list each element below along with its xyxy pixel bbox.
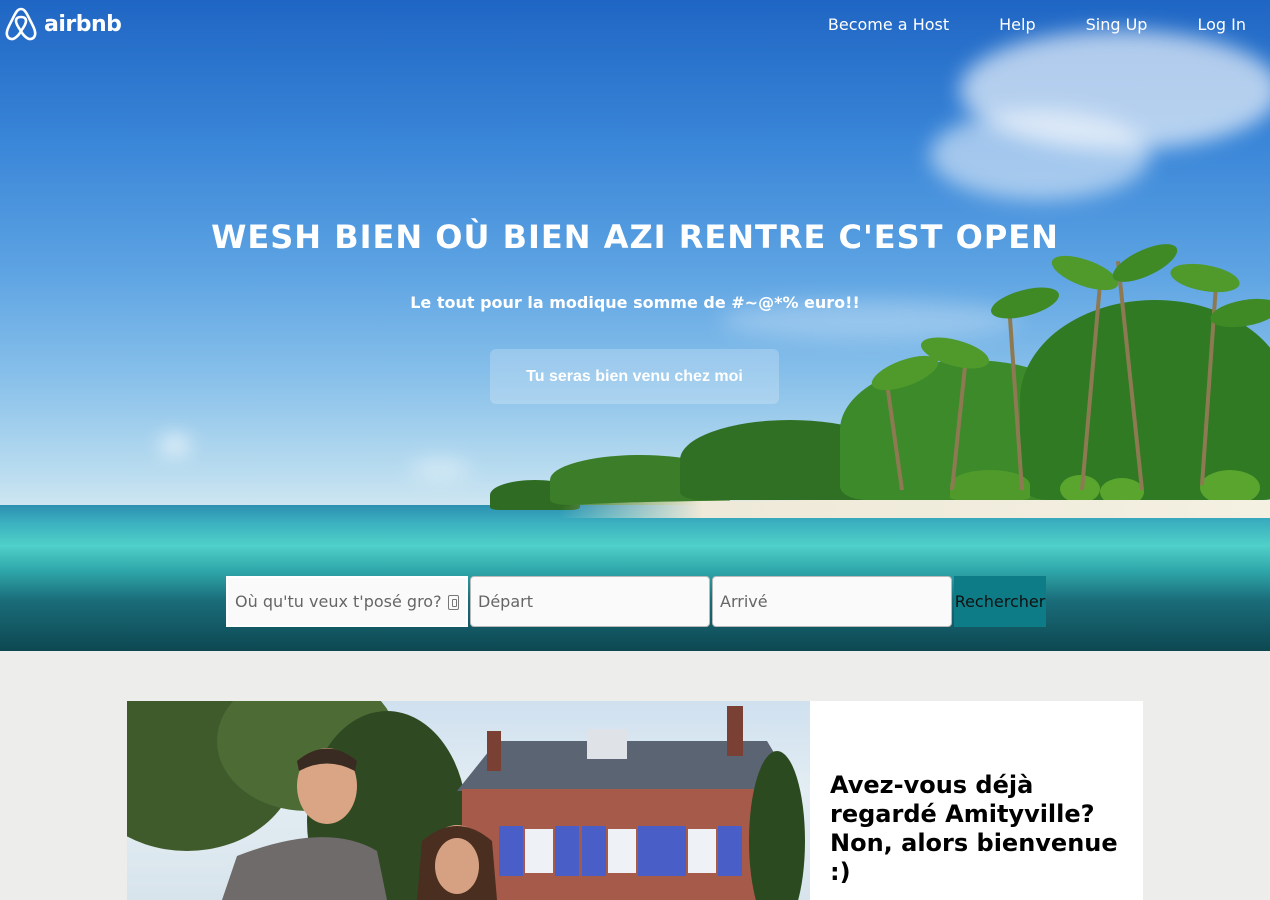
- destination-placeholder: Où qu'tu veux t'posé gro?: [235, 592, 442, 611]
- nav-links: Become a Host Help Sing Up Log In: [828, 15, 1246, 34]
- airbnb-belo-icon: [5, 7, 37, 41]
- hero-section: airbnb Become a Host Help Sing Up Log In…: [0, 0, 1270, 651]
- feature-title: Avez-vous déjà regardé Amityville? Non, …: [830, 771, 1118, 886]
- arrival-placeholder: Arrivé: [720, 592, 768, 611]
- arrival-date-input[interactable]: Arrivé: [712, 576, 952, 627]
- cloud: [410, 460, 470, 478]
- airbnb-logo[interactable]: airbnb: [4, 6, 122, 42]
- hero-subline: Le tout pour la modique somme de #~@*% e…: [410, 293, 860, 312]
- top-navigation: airbnb Become a Host Help Sing Up Log In: [0, 0, 1270, 50]
- destination-input[interactable]: Où qu'tu veux t'posé gro?: [226, 576, 468, 627]
- nav-help-link[interactable]: Help: [999, 15, 1035, 34]
- cloud: [930, 110, 1150, 200]
- feature-card: Avez-vous déjà regardé Amityville? Non, …: [127, 701, 1143, 900]
- hero-headline: WESH BIEN OÙ BIEN AZI RENTRE C'EST OPEN: [211, 218, 1059, 256]
- departure-placeholder: Départ: [478, 592, 533, 611]
- nav-sign-up-link[interactable]: Sing Up: [1086, 15, 1148, 34]
- cloud: [160, 435, 190, 455]
- nav-become-host-link[interactable]: Become a Host: [828, 15, 949, 34]
- departure-date-input[interactable]: Départ: [470, 576, 710, 627]
- house-couple-photo: [127, 701, 810, 900]
- hero-cta-button[interactable]: Tu seras bien venu chez moi: [490, 349, 779, 404]
- nav-log-in-link[interactable]: Log In: [1197, 15, 1246, 34]
- beach: [560, 500, 1270, 518]
- search-button[interactable]: Rechercher: [954, 576, 1046, 627]
- search-bar: Où qu'tu veux t'posé gro? Départ Arrivé …: [226, 576, 1046, 627]
- autofill-contact-icon[interactable]: [448, 595, 459, 610]
- logo-wordmark: airbnb: [44, 11, 122, 37]
